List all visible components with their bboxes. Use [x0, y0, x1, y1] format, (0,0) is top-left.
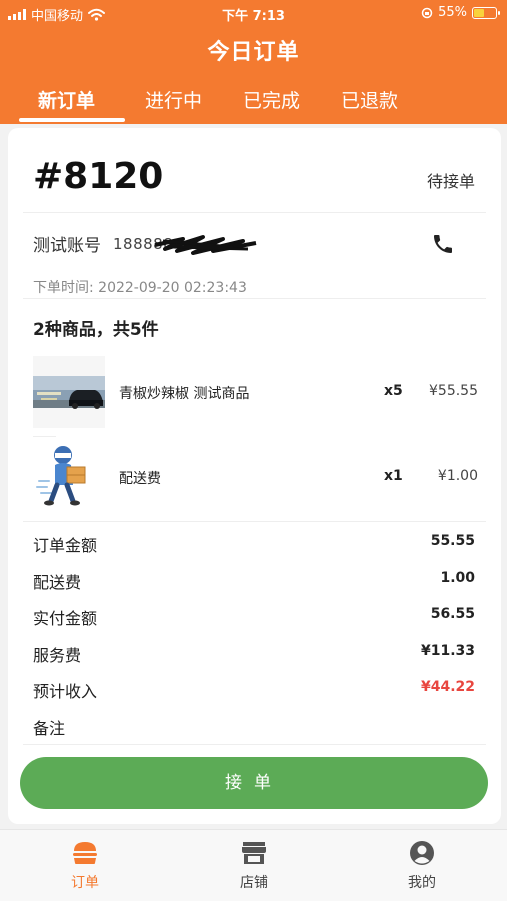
divider: [23, 298, 486, 299]
order-card: #8120 待接单 测试账号 188888 下单时间: 2022-09-20 0…: [8, 128, 501, 824]
tab-in-progress[interactable]: 进行中: [145, 86, 202, 113]
divider: [23, 744, 486, 745]
phone-icon[interactable]: [431, 232, 455, 256]
delivery-person-illustration: [36, 446, 86, 506]
customer-phone: 188888: [113, 234, 257, 255]
profile-icon: [410, 841, 434, 865]
battery-icon: [472, 6, 500, 19]
status-bar: 中国移动 下午 7:13 55%: [0, 0, 507, 28]
fee-row-paid-amount: 实付金额 56.55: [33, 605, 475, 629]
customer-name: 测试账号: [33, 236, 101, 256]
car-photo-image: [33, 356, 105, 428]
page-title: 今日订单: [207, 40, 300, 65]
battery-percent: 55%: [438, 5, 467, 20]
item-price: ¥1.00: [437, 468, 478, 484]
divider: [23, 521, 486, 522]
tab-new-orders[interactable]: 新订单: [38, 86, 95, 113]
tabbar-item-store[interactable]: 店铺: [214, 840, 294, 892]
fee-label: 服务费: [33, 646, 82, 665]
order-time: 下单时间: 2022-09-20 02:23:43: [33, 280, 247, 296]
fee-row-remark: 备注: [33, 715, 475, 739]
tab-refunded[interactable]: 已退款: [341, 86, 398, 113]
tabbar-label: 我的: [408, 875, 436, 891]
order-status: 待接单: [426, 172, 475, 191]
expected-income-value: ¥44.22: [420, 679, 475, 695]
order-number: #8120: [33, 156, 164, 197]
fee-label: 预计收入: [33, 682, 98, 701]
items-summary: 2种商品，共5件: [33, 320, 159, 340]
fee-row-delivery: 配送费 1.00: [33, 569, 475, 593]
order-item: 配送费 x1 ¥1.00: [33, 441, 478, 515]
burger-icon: [73, 842, 97, 864]
divider: [23, 212, 486, 213]
item-quantity: x1: [384, 468, 403, 484]
tabbar-label: 订单: [71, 875, 99, 891]
order-item: 青椒炒辣椒 测试商品 x5 ¥55.55: [33, 356, 478, 430]
rotation-lock-icon: [421, 7, 433, 18]
fee-label: 实付金额: [33, 609, 98, 628]
fee-row-service-fee: 服务费 ¥11.33: [33, 642, 475, 666]
product-thumbnail: [33, 441, 105, 513]
fee-value: ¥11.33: [420, 643, 475, 659]
product-thumbnail: [33, 356, 105, 428]
fee-label: 配送费: [33, 573, 82, 592]
accept-order-button[interactable]: 接单: [20, 757, 488, 809]
active-tab-indicator: [19, 118, 125, 122]
fee-row-expected-income: 预计收入 ¥44.22: [33, 678, 475, 702]
customer-info: 测试账号 188888: [33, 231, 257, 256]
item-quantity: x5: [384, 383, 403, 399]
app-header: 中国移动 下午 7:13 55% 今日订单 新订单 进行中 已完成 已退款: [0, 0, 507, 124]
tabbar-item-orders[interactable]: 订单: [45, 840, 125, 892]
fee-value: 56.55: [430, 606, 475, 622]
item-price: ¥55.55: [429, 383, 478, 399]
tab-completed[interactable]: 已完成: [243, 86, 300, 113]
redaction-scribble: [154, 234, 257, 255]
fee-value: 1.00: [440, 570, 475, 586]
fee-label: 订单金额: [33, 536, 98, 555]
order-tabs: 新订单 进行中 已完成 已退款: [0, 80, 507, 124]
divider: [33, 436, 56, 437]
fee-label: 备注: [33, 719, 66, 738]
tabbar-item-profile[interactable]: 我的: [382, 840, 462, 892]
item-name: 青椒炒辣椒 测试商品: [119, 386, 250, 402]
tabbar-label: 店铺: [240, 875, 268, 891]
bottom-tab-bar: 订单 店铺 我的: [0, 829, 507, 901]
fee-row-order-amount: 订单金额 55.55: [33, 532, 475, 556]
store-icon: [242, 842, 266, 864]
fee-value: 55.55: [430, 533, 475, 549]
item-name: 配送费: [119, 471, 161, 487]
